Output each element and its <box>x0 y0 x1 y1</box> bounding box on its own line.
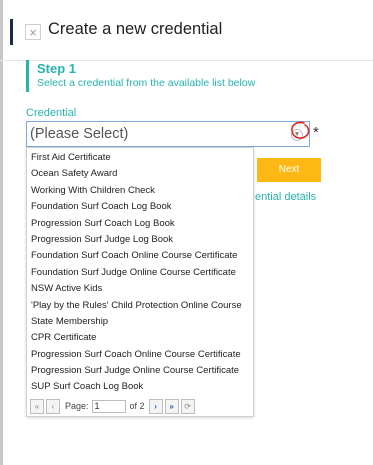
required-asterisk: * <box>313 124 319 141</box>
first-page-button[interactable]: « <box>30 398 44 414</box>
option-item[interactable]: Progression Surf Coach Log Book <box>27 216 253 232</box>
option-item[interactable]: 'Play by the Rules' Child Protection Onl… <box>27 298 253 314</box>
option-item[interactable]: Working With Children Check <box>27 183 253 199</box>
credential-details-link[interactable]: ential details <box>255 191 316 203</box>
options-list: First Aid Certificate Ocean Safety Award… <box>27 148 253 396</box>
close-button[interactable]: × <box>25 24 41 40</box>
credential-select-value: (Please Select) <box>30 126 129 142</box>
next-button[interactable]: Next <box>257 158 321 182</box>
prev-page-button[interactable]: ‹ <box>46 398 60 414</box>
option-item[interactable]: Foundation Surf Judge Online Course Cert… <box>27 265 253 281</box>
option-item[interactable]: Progression Surf Judge Log Book <box>27 232 253 248</box>
header-accent <box>10 19 13 45</box>
page-number-input[interactable] <box>91 399 126 413</box>
dialog-header: × Create a new credential <box>0 0 373 61</box>
refresh-icon[interactable]: ⟳ <box>180 398 195 414</box>
page-label: Page: <box>65 401 89 411</box>
chevron-down-icon[interactable]: ▼ <box>291 129 303 141</box>
page-total: of 2 <box>129 401 145 411</box>
step-subtitle: Select a credential from the available l… <box>37 77 256 89</box>
credential-dropdown-list: First Aid Certificate Ocean Safety Award… <box>26 147 254 417</box>
step-title: Step 1 <box>37 61 77 76</box>
step-section: Step 1 Select a credential from the avai… <box>26 60 255 92</box>
next-page-button[interactable]: › <box>148 398 163 414</box>
option-item[interactable]: Progression Surf Coach Online Course Cer… <box>27 347 253 363</box>
credential-label: Credential <box>26 107 77 119</box>
close-icon: × <box>29 25 37 40</box>
dialog-title: Create a new credential <box>48 20 223 38</box>
option-item[interactable]: SUP Surf Coach Log Book <box>27 379 253 395</box>
option-item[interactable]: State Membership <box>27 314 253 330</box>
option-item[interactable]: Foundation Surf Coach Log Book <box>27 199 253 215</box>
last-page-button[interactable]: » <box>164 398 179 414</box>
option-item[interactable]: Foundation Surf Coach Online Course Cert… <box>27 248 253 264</box>
option-item[interactable]: NSW Active Kids <box>27 281 253 297</box>
option-item[interactable]: First Aid Certificate <box>27 150 253 166</box>
pagination-bar: « ‹ Page: of 2 › » ⟳ <box>30 397 250 415</box>
option-item[interactable]: CPR Certificate <box>27 330 253 346</box>
left-border <box>0 0 3 465</box>
credential-select[interactable]: (Please Select) ▼ <box>26 121 310 147</box>
option-item[interactable]: Progression Surf Judge Online Course Cer… <box>27 363 253 379</box>
option-item[interactable]: Ocean Safety Award <box>27 166 253 182</box>
